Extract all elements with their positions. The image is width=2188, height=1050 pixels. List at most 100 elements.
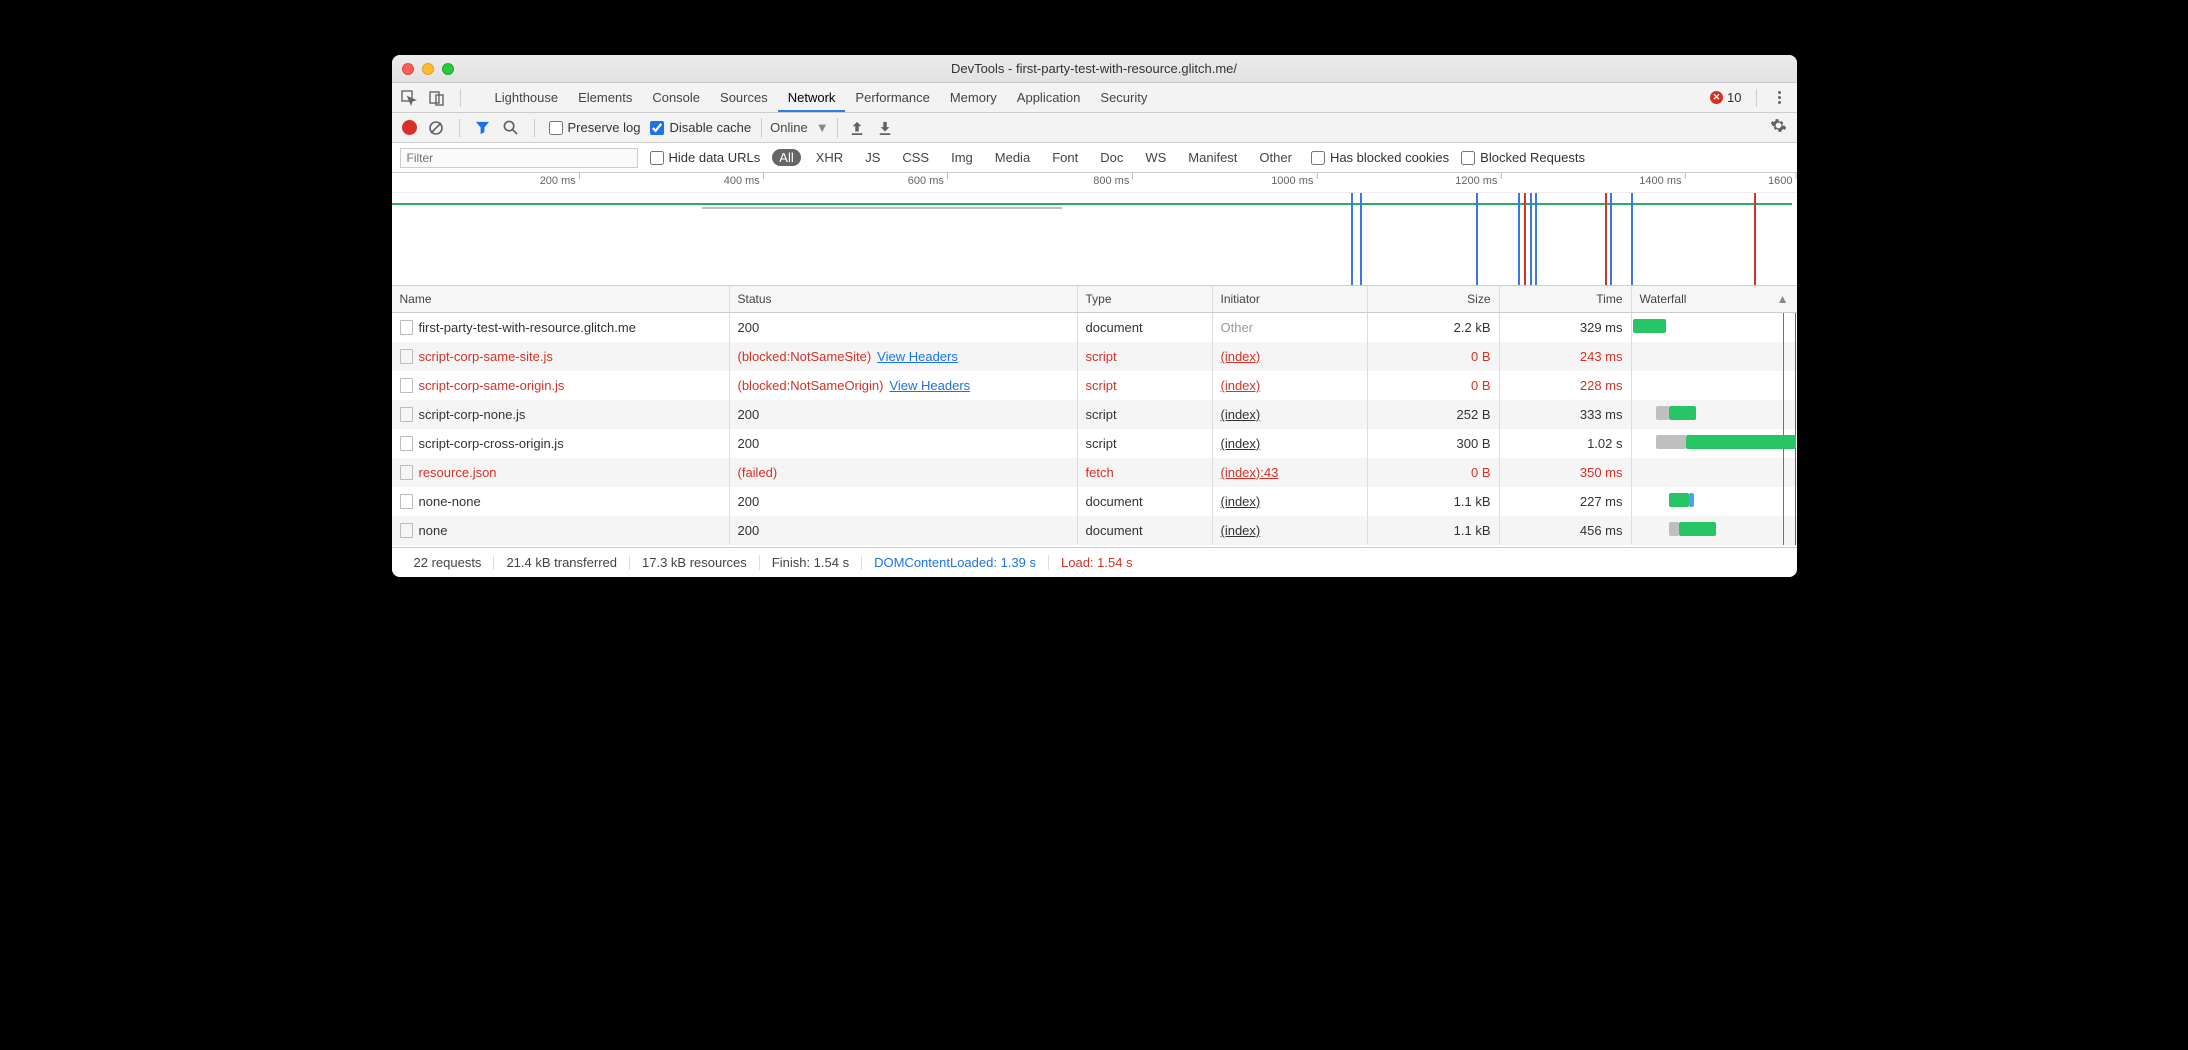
zoom-window-button[interactable] — [442, 63, 454, 75]
throttling-select[interactable]: Online ▼ — [761, 118, 837, 138]
timeline-marker — [1535, 193, 1537, 285]
blocked-cookies-checkbox[interactable]: Has blocked cookies — [1311, 150, 1449, 165]
tab-security[interactable]: Security — [1090, 84, 1157, 111]
filter-row: Hide data URLs All XHR JS CSS Img Media Font Do… — [392, 143, 1797, 173]
initiator-link[interactable]: (index) — [1221, 407, 1261, 422]
filter-chip-doc[interactable]: Doc — [1093, 149, 1130, 166]
col-status[interactable]: Status — [730, 286, 1078, 312]
filter-chip-css[interactable]: CSS — [895, 149, 936, 166]
filter-chip-other[interactable]: Other — [1252, 149, 1299, 166]
request-name: script-corp-cross-origin.js — [419, 436, 564, 451]
table-row[interactable]: resource.json(failed)fetch(index):430 B3… — [392, 458, 1797, 487]
sort-asc-icon: ▲ — [1777, 292, 1789, 306]
waterfall-cell — [1632, 487, 1797, 516]
tab-elements[interactable]: Elements — [568, 84, 642, 111]
inspect-icon[interactable] — [400, 89, 418, 107]
blocked-cookies-input[interactable] — [1311, 151, 1325, 165]
download-icon[interactable] — [876, 119, 894, 137]
clear-icon[interactable] — [427, 119, 445, 137]
tab-console[interactable]: Console — [642, 84, 710, 111]
divider — [459, 119, 460, 137]
file-icon — [400, 494, 413, 509]
col-initiator[interactable]: Initiator — [1213, 286, 1368, 312]
timeline-ruler: 200 ms400 ms600 ms800 ms1000 ms1200 ms14… — [392, 173, 1797, 193]
preserve-log-checkbox[interactable]: Preserve log — [549, 120, 641, 135]
filter-chip-js[interactable]: JS — [858, 149, 887, 166]
tab-network[interactable]: Network — [778, 84, 846, 111]
initiator-link[interactable]: (index) — [1221, 349, 1261, 364]
timeline-marker — [1530, 193, 1532, 285]
blocked-requests-checkbox[interactable]: Blocked Requests — [1461, 150, 1585, 165]
col-size[interactable]: Size — [1368, 286, 1500, 312]
more-menu-icon[interactable] — [1771, 89, 1789, 107]
size-cell: 0 B — [1368, 342, 1500, 371]
type-cell: fetch — [1078, 458, 1213, 487]
timeline-overview[interactable]: 200 ms400 ms600 ms800 ms1000 ms1200 ms14… — [392, 173, 1797, 286]
blocked-requests-input[interactable] — [1461, 151, 1475, 165]
initiator-link[interactable]: (index) — [1221, 378, 1261, 393]
timeline-marker — [1754, 193, 1756, 285]
timeline-marker — [1360, 193, 1362, 285]
filter-chip-img[interactable]: Img — [944, 149, 980, 166]
initiator-link[interactable]: (index):43 — [1221, 465, 1279, 480]
resource-type-filters: All XHR JS CSS Img Media Font Doc WS Manifest Othe… — [772, 149, 1299, 166]
table-row[interactable]: none-none200document(index)1.1 kB227 ms — [392, 487, 1797, 516]
table-row[interactable]: script-corp-none.js200script(index)252 B… — [392, 400, 1797, 429]
table-row[interactable]: script-corp-cross-origin.js200script(ind… — [392, 429, 1797, 458]
close-window-button[interactable] — [402, 63, 414, 75]
table-body[interactable]: first-party-test-with-resource.glitch.me… — [392, 313, 1797, 547]
tab-memory[interactable]: Memory — [940, 84, 1007, 111]
initiator-link[interactable]: (index) — [1221, 494, 1261, 509]
record-button[interactable] — [402, 120, 417, 135]
tab-sources[interactable]: Sources — [710, 84, 778, 111]
time-cell: 333 ms — [1500, 400, 1632, 429]
preserve-log-input[interactable] — [549, 121, 563, 135]
waterfall-cell — [1632, 371, 1797, 400]
initiator-link[interactable]: (index) — [1221, 523, 1261, 538]
table-row[interactable]: script-corp-same-site.js(blocked:NotSame… — [392, 342, 1797, 371]
tab-application[interactable]: Application — [1007, 84, 1091, 111]
filter-chip-xhr[interactable]: XHR — [809, 149, 850, 166]
network-toolbar: Preserve log Disable cache Online ▼ — [392, 113, 1797, 143]
tab-performance[interactable]: Performance — [845, 84, 939, 111]
initiator-link[interactable]: (index) — [1221, 436, 1261, 451]
view-headers-link[interactable]: View Headers — [877, 349, 958, 364]
waterfall-cell — [1632, 458, 1797, 487]
filter-chip-all[interactable]: All — [772, 149, 800, 166]
file-icon — [400, 378, 413, 393]
view-headers-link[interactable]: View Headers — [889, 378, 970, 393]
filter-chip-manifest[interactable]: Manifest — [1181, 149, 1244, 166]
tab-lighthouse[interactable]: Lighthouse — [485, 84, 569, 111]
filter-chip-media[interactable]: Media — [988, 149, 1037, 166]
waterfall-cell — [1632, 516, 1797, 545]
status-text: 200 — [738, 320, 760, 335]
filter-chip-ws[interactable]: WS — [1138, 149, 1173, 166]
status-text: 200 — [738, 407, 760, 422]
col-time[interactable]: Time — [1500, 286, 1632, 312]
filter-chip-font[interactable]: Font — [1045, 149, 1085, 166]
divider — [1756, 89, 1757, 107]
table-row[interactable]: none200document(index)1.1 kB456 ms — [392, 516, 1797, 545]
search-icon[interactable] — [502, 119, 520, 137]
size-cell: 252 B — [1368, 400, 1500, 429]
status-text: (failed) — [738, 465, 778, 480]
col-type[interactable]: Type — [1078, 286, 1213, 312]
hide-data-urls-input[interactable] — [650, 151, 664, 165]
error-count[interactable]: ✕ 10 — [1710, 90, 1741, 105]
device-toggle-icon[interactable] — [428, 89, 446, 107]
filter-icon[interactable] — [474, 119, 492, 137]
table-row[interactable]: script-corp-same-origin.js(blocked:NotSa… — [392, 371, 1797, 400]
col-waterfall[interactable]: Waterfall ▲ — [1632, 286, 1797, 312]
table-row[interactable]: first-party-test-with-resource.glitch.me… — [392, 313, 1797, 342]
devtools-window: DevTools - first-party-test-with-resourc… — [392, 55, 1797, 577]
filter-input[interactable] — [400, 148, 638, 168]
gear-icon[interactable] — [1770, 117, 1787, 139]
disable-cache-input[interactable] — [650, 121, 664, 135]
disable-cache-checkbox[interactable]: Disable cache — [650, 120, 751, 135]
size-cell: 300 B — [1368, 429, 1500, 458]
col-name[interactable]: Name — [392, 286, 730, 312]
upload-icon[interactable] — [848, 119, 866, 137]
minimize-window-button[interactable] — [422, 63, 434, 75]
time-cell: 329 ms — [1500, 313, 1632, 342]
hide-data-urls-checkbox[interactable]: Hide data URLs — [650, 150, 761, 165]
